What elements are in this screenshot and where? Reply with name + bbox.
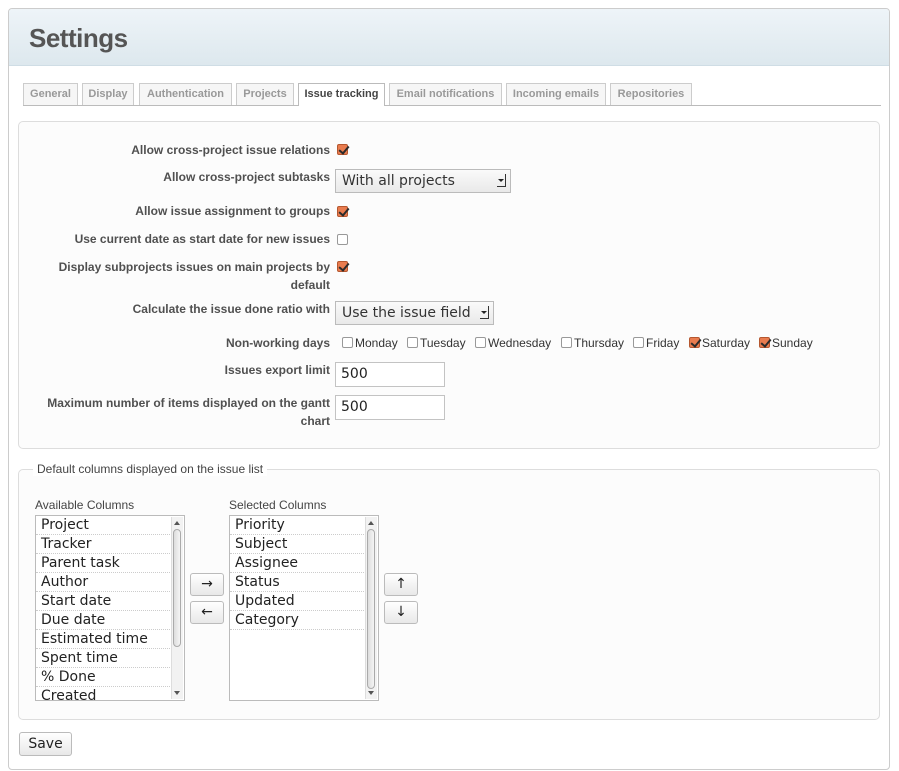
available-list-item[interactable]: Author xyxy=(36,573,170,592)
selected-list-item[interactable]: Status xyxy=(230,573,364,592)
move-up-button[interactable]: ↑ xyxy=(384,573,418,596)
thursday-label: Thursday xyxy=(574,336,625,350)
selected-list-item[interactable]: Priority xyxy=(230,516,364,535)
non-working-days-label: Non-working days xyxy=(225,336,330,350)
day-monday[interactable]: Monday xyxy=(342,336,398,350)
cross-project-subtasks-value: With all projects xyxy=(342,173,455,189)
selected-columns-scrollbar[interactable] xyxy=(365,517,377,699)
available-list-item[interactable]: Due date xyxy=(36,611,170,630)
page-header: Settings xyxy=(9,9,889,66)
available-list-item[interactable]: Spent time xyxy=(36,649,170,668)
display-subprojects-checkbox[interactable] xyxy=(337,261,348,272)
current-date-start-label: Use current date as start date for new i… xyxy=(74,232,330,246)
tab-incoming-emails[interactable]: Incoming emails xyxy=(506,83,606,105)
available-columns-list[interactable]: Project Tracker Parent task Author Start dat… xyxy=(35,515,185,701)
tab-display[interactable]: Display xyxy=(82,83,134,105)
cross-project-relations-label: Allow cross-project issue relations xyxy=(131,143,330,157)
current-date-start-checkbox[interactable] xyxy=(337,234,348,245)
scroll-up-icon xyxy=(174,521,180,525)
gantt-limit-input[interactable]: 500 xyxy=(335,395,445,420)
saturday-label: Saturday xyxy=(702,336,751,350)
tab-issue-tracking[interactable]: Issue tracking xyxy=(298,83,385,106)
sunday-checkbox[interactable] xyxy=(759,337,770,348)
wednesday-label: Wednesday xyxy=(488,336,552,350)
tuesday-checkbox[interactable] xyxy=(407,337,418,348)
available-list-item[interactable]: Parent task xyxy=(36,554,170,573)
selected-columns-list[interactable]: Priority Subject Assignee Status Updated Cate… xyxy=(229,515,379,701)
chevron-down-icon xyxy=(497,174,506,187)
day-sunday[interactable]: Sunday xyxy=(759,336,813,350)
export-limit-input[interactable]: 500 xyxy=(335,362,445,387)
remove-column-button[interactable]: ← xyxy=(190,601,224,624)
monday-label: Monday xyxy=(355,336,398,350)
available-list-item[interactable]: Created xyxy=(36,687,170,700)
available-list-item[interactable]: Tracker xyxy=(36,535,170,554)
tab-repositories[interactable]: Repositories xyxy=(610,83,692,105)
tuesday-label: Tuesday xyxy=(420,336,466,350)
display-subprojects-label-line1: Display subprojects issues on main proje… xyxy=(58,260,330,274)
day-thursday[interactable]: Thursday xyxy=(561,336,624,350)
scroll-down-icon xyxy=(174,691,180,695)
available-list-item[interactable]: Estimated time xyxy=(36,630,170,649)
friday-label: Friday xyxy=(646,336,680,350)
assignment-groups-label: Allow issue assignment to groups xyxy=(135,204,330,218)
move-down-button[interactable]: ↓ xyxy=(384,601,418,624)
chevron-down-icon xyxy=(480,306,489,319)
cross-project-relations-checkbox[interactable] xyxy=(337,144,348,155)
available-list-item[interactable]: Start date xyxy=(36,592,170,611)
saturday-checkbox[interactable] xyxy=(689,337,700,348)
done-ratio-label: Calculate the issue done ratio with xyxy=(132,302,330,316)
done-ratio-select[interactable]: Use the issue field xyxy=(335,301,494,325)
available-columns-label: Available Columns xyxy=(35,498,135,512)
cross-project-subtasks-select[interactable]: With all projects xyxy=(335,169,511,193)
display-subprojects-label-line2: default xyxy=(290,278,330,292)
settings-tabs: General Display Authentication Projects … xyxy=(23,83,881,106)
save-button[interactable]: Save xyxy=(19,732,72,756)
wednesday-checkbox[interactable] xyxy=(475,337,486,348)
day-wednesday[interactable]: Wednesday xyxy=(475,336,551,350)
tab-general[interactable]: General xyxy=(23,83,78,105)
scroll-thumb[interactable] xyxy=(367,529,375,689)
available-list-item[interactable]: Project xyxy=(36,516,170,535)
day-friday[interactable]: Friday xyxy=(633,336,679,350)
monday-checkbox[interactable] xyxy=(342,337,353,348)
export-limit-label: Issues export limit xyxy=(224,363,330,377)
assignment-groups-checkbox[interactable] xyxy=(337,206,348,217)
gantt-limit-label-line1: Maximum number of items displayed on the… xyxy=(47,396,330,410)
available-list-item[interactable]: % Done xyxy=(36,668,170,687)
gantt-limit-label-line2: chart xyxy=(300,414,330,428)
cross-project-subtasks-label: Allow cross-project subtasks xyxy=(163,170,330,184)
friday-checkbox[interactable] xyxy=(633,337,644,348)
selected-list-item[interactable]: Assignee xyxy=(230,554,364,573)
scroll-thumb[interactable] xyxy=(173,529,181,647)
scroll-up-icon xyxy=(368,521,374,525)
selected-columns-label: Selected Columns xyxy=(229,498,327,512)
selected-list-item[interactable]: Category xyxy=(230,611,364,630)
day-tuesday[interactable]: Tuesday xyxy=(407,336,466,350)
scroll-down-icon xyxy=(368,691,374,695)
page-title: Settings xyxy=(29,23,128,53)
default-columns-legend: Default columns displayed on the issue l… xyxy=(33,462,268,476)
available-columns-scrollbar[interactable] xyxy=(171,517,183,699)
selected-list-item[interactable]: Subject xyxy=(230,535,364,554)
day-saturday[interactable]: Saturday xyxy=(689,336,750,350)
done-ratio-value: Use the issue field xyxy=(342,305,471,321)
tab-projects[interactable]: Projects xyxy=(236,83,294,105)
add-column-button[interactable]: → xyxy=(190,573,224,596)
thursday-checkbox[interactable] xyxy=(561,337,572,348)
tab-email-notifications[interactable]: Email notifications xyxy=(389,83,502,105)
sunday-label: Sunday xyxy=(772,336,813,350)
selected-list-item[interactable]: Updated xyxy=(230,592,364,611)
tab-authentication[interactable]: Authentication xyxy=(139,83,232,105)
